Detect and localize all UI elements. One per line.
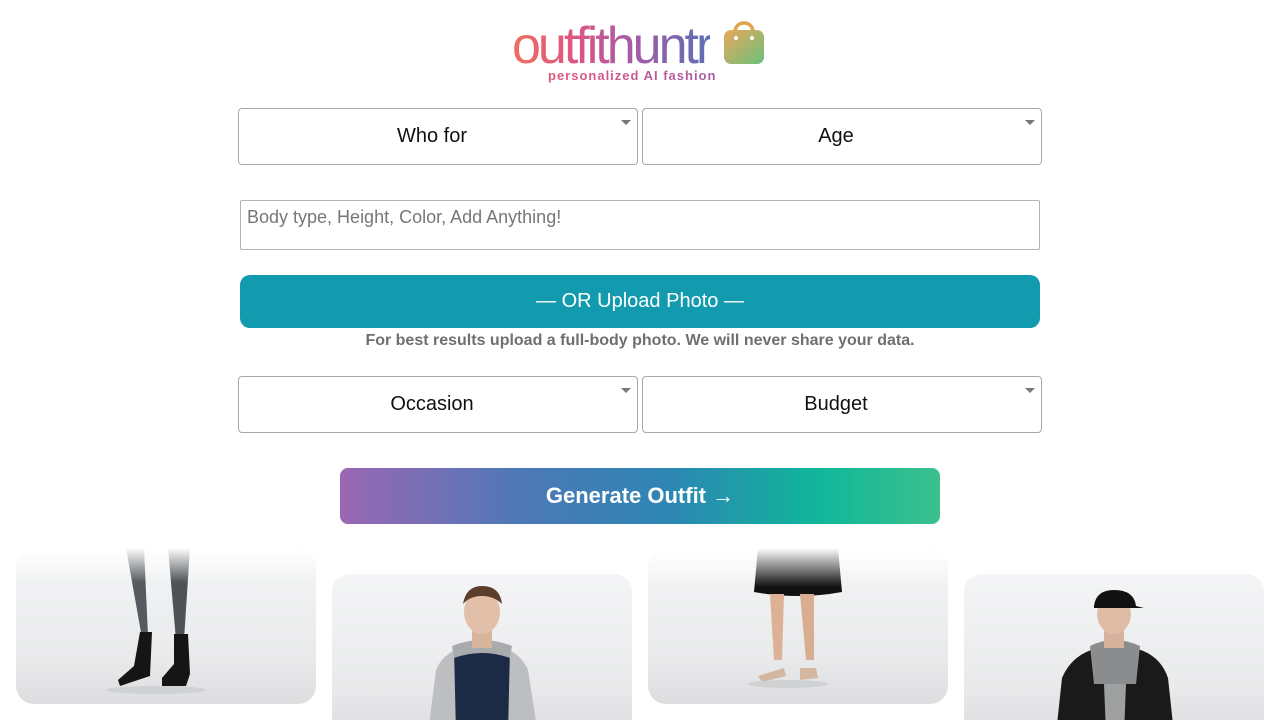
generate-outfit-button[interactable]: Generate Outfit → [340,468,940,524]
black-jacket-cap-man-photo [1057,590,1173,720]
upload-photo-button[interactable]: — OR Upload Photo — [240,275,1040,328]
budget-label: Budget [804,393,868,415]
who-for-label: Who for [396,125,468,147]
page: outfithuntr personalized AI fashion Who … [0,0,1280,720]
black-skirt-sandals-photo [648,548,948,704]
chevron-down-icon [621,388,631,393]
boots-legs-photo [16,548,316,704]
details-input[interactable] [240,200,1040,250]
gallery-card[interactable] [648,548,948,704]
chevron-down-icon [1025,388,1035,393]
who-for-select[interactable]: Who for [238,108,638,165]
chevron-down-icon [621,120,631,125]
grey-hoodie-man-photo [429,586,536,720]
brand-logo[interactable]: outfithuntr personalized AI fashion [512,12,772,86]
brand-tagline: personalized AI fashion [548,68,717,83]
age-label: Age [818,125,854,147]
occasion-label: Occasion [390,393,474,415]
logo-wordmark: outfithuntr [512,17,713,75]
gallery-card[interactable] [332,574,632,720]
upload-privacy-note: For best results upload a full-body phot… [365,332,915,349]
gallery-card[interactable] [964,574,1264,720]
budget-select[interactable]: Budget [642,376,1042,433]
shopping-bag-icon [724,21,764,64]
age-select[interactable]: Age [642,108,1042,165]
gallery-card[interactable] [16,548,316,704]
occasion-select[interactable]: Occasion [238,376,638,433]
chevron-down-icon [1025,120,1035,125]
